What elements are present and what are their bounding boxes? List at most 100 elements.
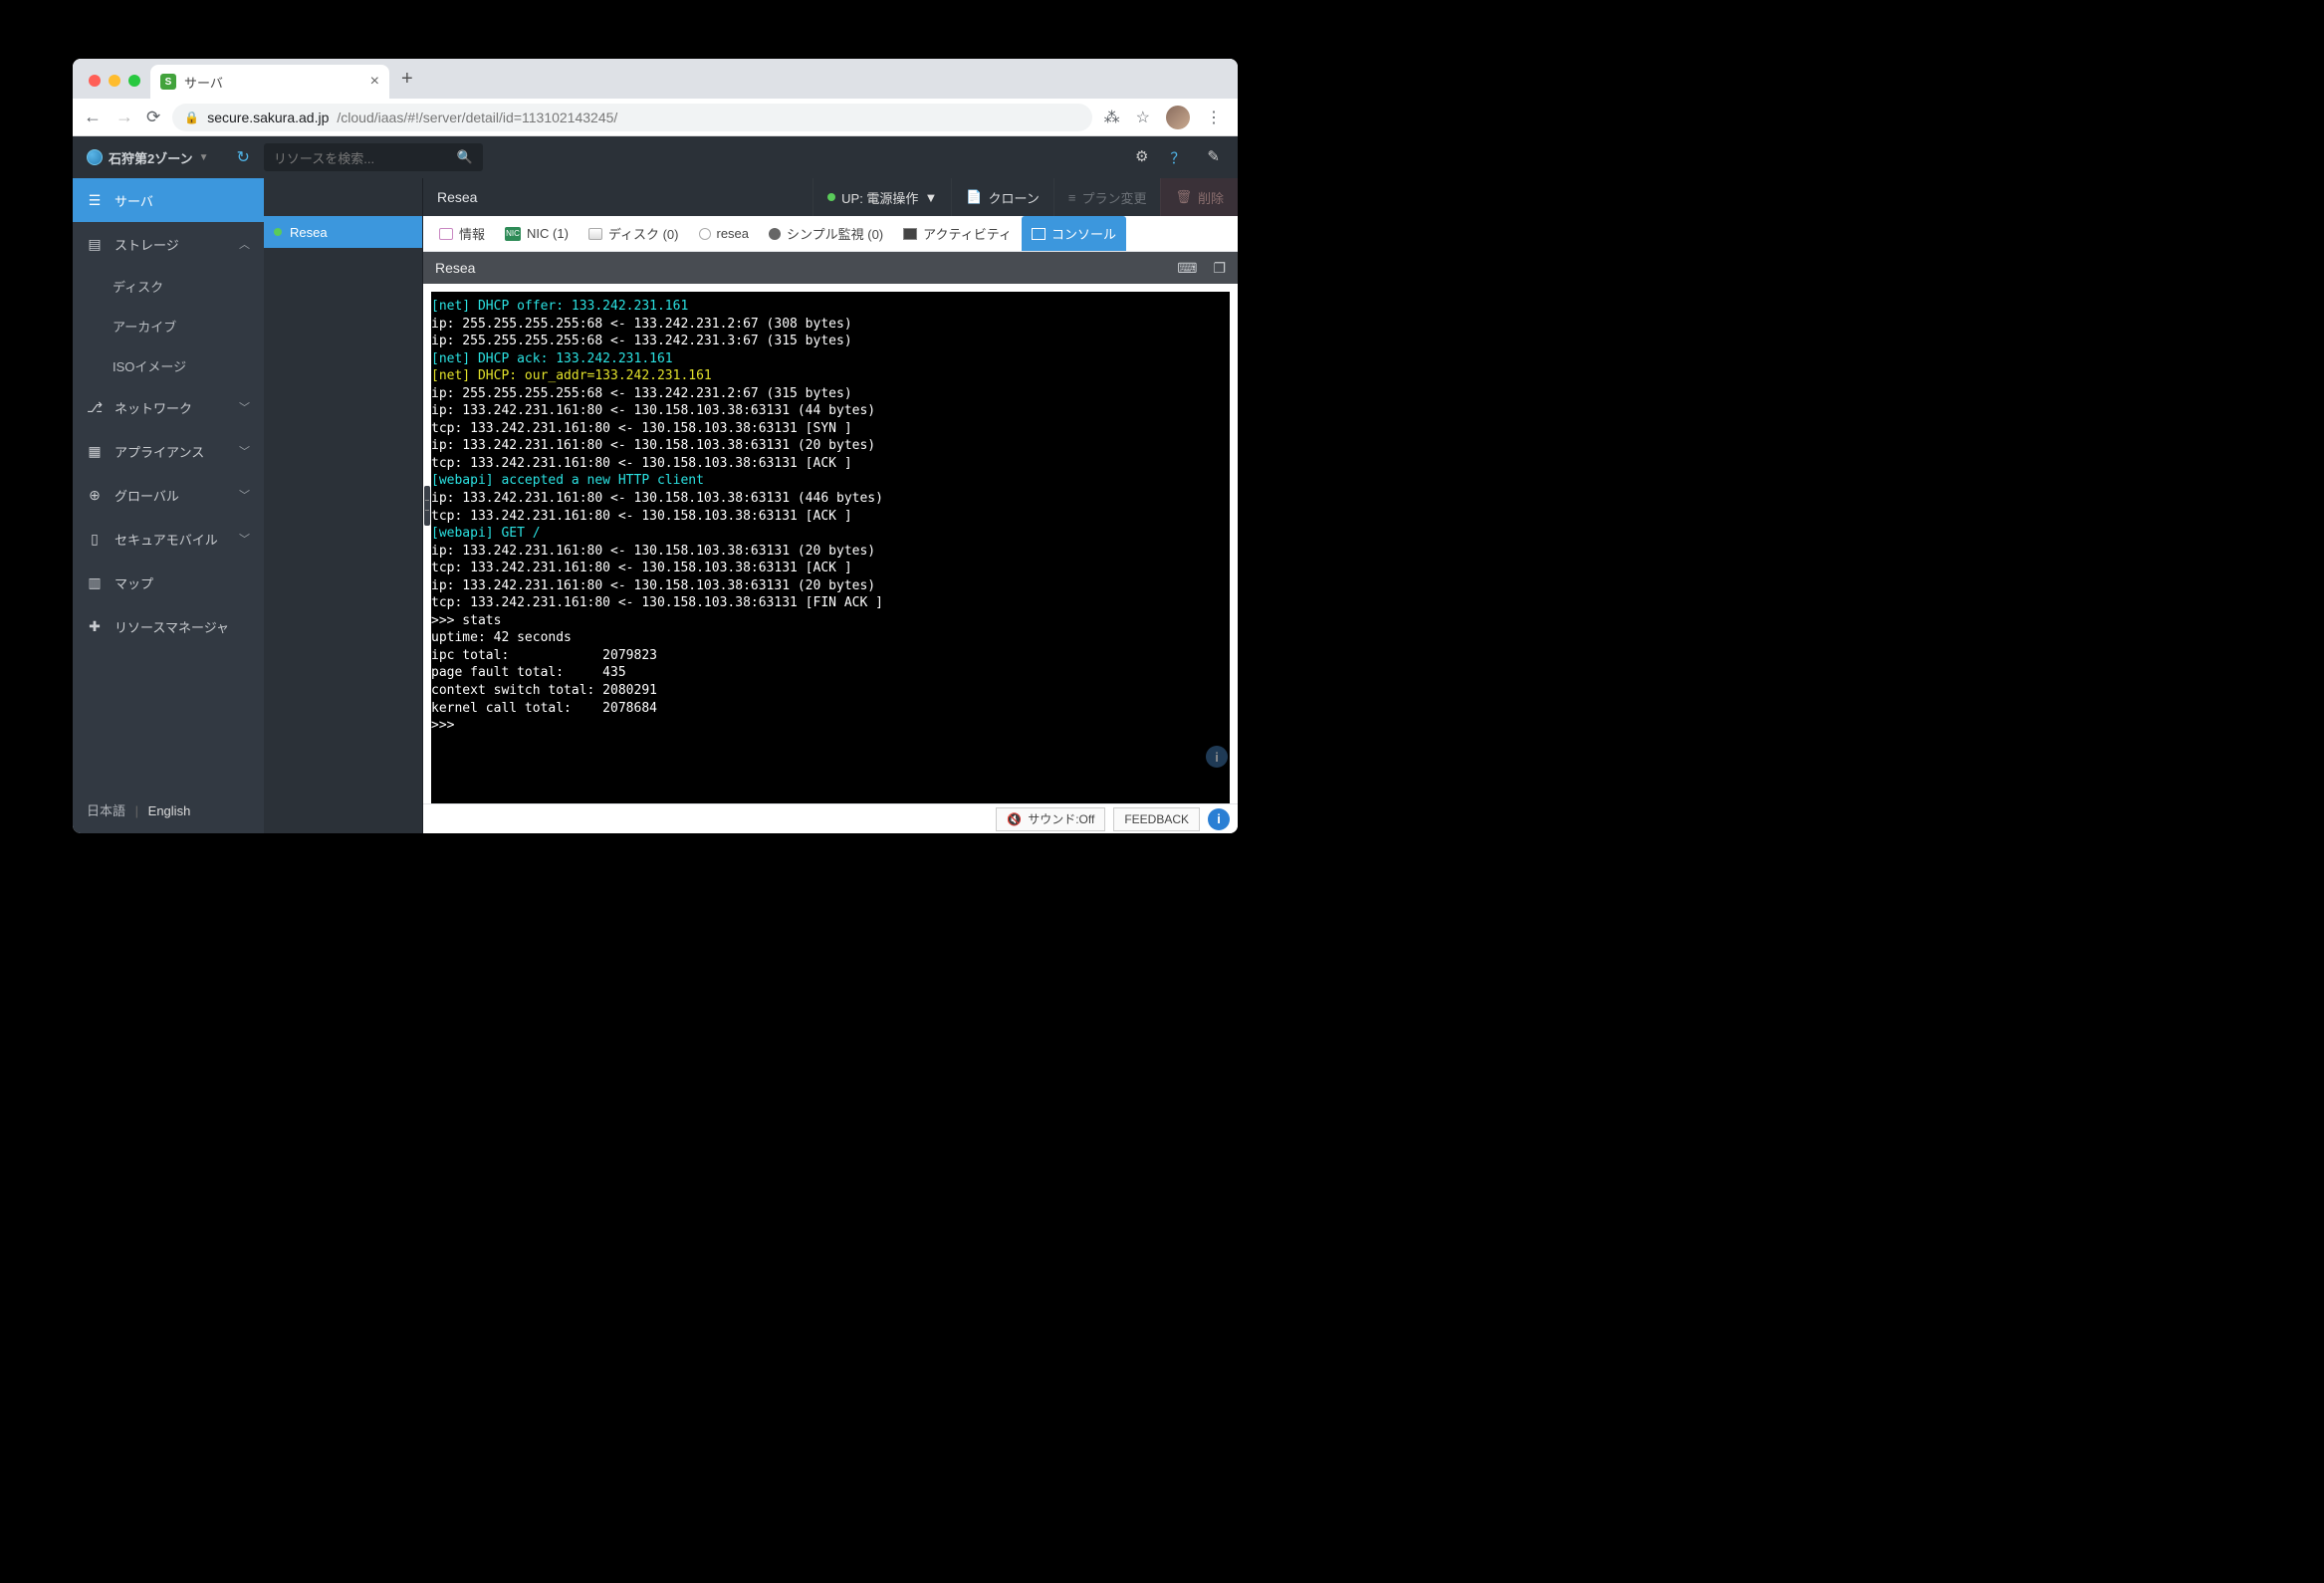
gear-icon[interactable]: ⚙ [1135, 147, 1148, 168]
tab-resea[interactable]: resea [689, 216, 760, 251]
kebab-menu-icon[interactable]: ⋮ [1206, 108, 1222, 127]
sidebar-item-storage[interactable]: ▤ ストレージ ︿ [73, 222, 264, 266]
close-window-button[interactable] [89, 75, 101, 87]
new-tab-button[interactable]: + [389, 68, 425, 99]
info-bubble-icon[interactable]: i [1206, 746, 1228, 768]
app-reload-button[interactable]: ↻ [223, 147, 264, 167]
status-dot-icon [827, 193, 835, 201]
sidebar-item-global[interactable]: ⊕ グローバル ﹀ [73, 473, 264, 517]
console-title: Resea [435, 260, 475, 276]
tab-simple-monitor[interactable]: シンプル監視 (0) [759, 216, 893, 251]
maximize-window-button[interactable] [128, 75, 140, 87]
storage-icon: ▤ [87, 236, 103, 253]
trash-icon: 🗑 [1175, 189, 1192, 205]
bookmark-icon[interactable]: ☆ [1136, 108, 1150, 127]
chevron-down-icon: ▼ [924, 190, 937, 205]
favicon-icon: S [160, 74, 176, 90]
column-resize-handle[interactable] [424, 486, 430, 526]
forward-button[interactable]: → [115, 107, 134, 127]
header-actions: UP: 電源操作 ▼ 📄 クローン ≡ プラン変更 🗑 [813, 178, 1238, 216]
url-input[interactable]: 🔒 secure.sakura.ad.jp/cloud/iaas/#!/serv… [172, 104, 1091, 131]
footer-bar: 🔇 サウンド:Off FEEDBACK i [423, 803, 1238, 833]
address-bar-right: ⁂ ☆ ⋮ [1104, 106, 1228, 129]
sidebar-item-appliance[interactable]: ▦ アプライアンス ﹀ [73, 429, 264, 473]
url-host: secure.sakura.ad.jp [207, 110, 329, 125]
sidebar-item-secure-mobile[interactable]: ▯ セキュアモバイル ﹀ [73, 517, 264, 561]
sidebar: ☰ サーバ ▤ ストレージ ︿ ディスク アーカイブ ISOイメージ ⎇ ネット… [73, 178, 264, 833]
browser-tab[interactable]: S サーバ × [150, 65, 389, 99]
reload-button[interactable]: ⟳ [146, 108, 160, 127]
sidebar-sub-iso[interactable]: ISOイメージ [73, 345, 264, 385]
sound-toggle-button[interactable]: 🔇 サウンド:Off [996, 807, 1105, 831]
sidebar-label: グローバル [115, 486, 179, 505]
clone-button[interactable]: 📄 クローン [951, 178, 1053, 216]
terminal-output[interactable]: [net] DHCP offer: 133.242.231.161 ip: 25… [431, 292, 1230, 803]
tab-console[interactable]: コンソール [1022, 216, 1126, 251]
lang-jp[interactable]: 日本語 [87, 803, 125, 818]
sidebar-label: サーバ [115, 191, 153, 210]
chevron-down-icon: ﹀ [239, 399, 250, 415]
browser-tab-bar: S サーバ × + [73, 59, 1238, 99]
nic-icon: NIC [505, 227, 521, 241]
lang-en[interactable]: English [148, 803, 191, 818]
chevron-down-icon: ﹀ [239, 531, 250, 547]
chevron-down-icon: ﹀ [239, 487, 250, 503]
sidebar-sub-disk[interactable]: ディスク [73, 266, 264, 306]
sidebar-label: ネットワーク [115, 398, 192, 417]
tab-info[interactable]: 情報 [429, 216, 495, 251]
translate-icon[interactable]: ⁂ [1104, 108, 1120, 127]
sidebar-label: リソースマネージャ [115, 617, 229, 636]
speaker-icon: 🔇 [1007, 812, 1022, 826]
console-icon [1032, 228, 1046, 240]
feedback-button[interactable]: FEEDBACK [1113, 807, 1200, 831]
chevron-up-icon: ︿ [239, 236, 250, 252]
back-button[interactable]: ← [83, 107, 103, 127]
feather-icon[interactable]: ✎ [1207, 147, 1220, 168]
tab-disk[interactable]: ディスク (0) [579, 216, 689, 251]
status-dot-icon [274, 228, 282, 236]
topbar-right: ⚙ ？ ✎ [1117, 147, 1238, 168]
power-menu[interactable]: UP: 電源操作 ▼ [813, 178, 951, 216]
console-header: Resea ⌨ ❐ [423, 252, 1238, 284]
map-icon: ▥ [87, 574, 103, 591]
server-icon: ☰ [87, 192, 103, 209]
network-icon: ⎇ [87, 399, 103, 416]
sidebar-item-resource-manager[interactable]: ✚ リソースマネージャ [73, 604, 264, 648]
info-button[interactable]: i [1208, 808, 1230, 830]
search-input[interactable]: リソースを検索... 🔍 [264, 143, 483, 171]
tab-nic[interactable]: NICNIC (1) [495, 216, 579, 251]
main-header: Resea UP: 電源操作 ▼ 📄 クローン ≡ [423, 178, 1238, 216]
tab-title: サーバ [184, 73, 223, 92]
minimize-window-button[interactable] [109, 75, 120, 87]
delete-button[interactable]: 🗑 削除 [1160, 178, 1238, 216]
close-tab-button[interactable]: × [370, 73, 379, 91]
window-controls [83, 75, 150, 99]
resource-list-item[interactable]: Resea [264, 216, 422, 248]
sidebar-label: アプライアンス [115, 442, 204, 461]
search-placeholder: リソースを検索... [274, 148, 374, 167]
sidebar-item-network[interactable]: ⎇ ネットワーク ﹀ [73, 385, 264, 429]
globe-icon: ⊕ [87, 487, 103, 504]
send-keys-icon[interactable]: ⌨ [1177, 260, 1197, 277]
plan-change-button[interactable]: ≡ プラン変更 [1053, 178, 1161, 216]
sidebar-sub-archive[interactable]: アーカイブ [73, 306, 264, 345]
sidebar-item-server[interactable]: ☰ サーバ [73, 178, 264, 222]
circle-icon [699, 228, 711, 240]
main-panel: Resea UP: 電源操作 ▼ 📄 クローン ≡ [423, 178, 1238, 833]
zone-selector[interactable]: 石狩第2ゾーン ▼ [73, 136, 223, 178]
help-icon[interactable]: ？ [1170, 147, 1185, 168]
monitor-icon [769, 228, 781, 240]
app: 石狩第2ゾーン ▼ ↻ リソースを検索... 🔍 ⚙ ？ ✎ ☰ サーバ [73, 136, 1238, 833]
resource-list-panel: Resea [264, 178, 423, 833]
tab-activity[interactable]: アクティビティ [893, 216, 1022, 251]
url-path: /cloud/iaas/#!/server/detail/id=11310214… [337, 110, 617, 125]
browser-window: S サーバ × + ← → ⟳ 🔒 secure.sakura.ad.jp/cl… [73, 59, 1238, 833]
popout-icon[interactable]: ❐ [1213, 260, 1226, 277]
profile-avatar[interactable] [1166, 106, 1190, 129]
plan-icon: ≡ [1068, 190, 1076, 205]
sidebar-item-map[interactable]: ▥ マップ [73, 561, 264, 604]
info-icon [439, 228, 453, 240]
resource-name: Resea [290, 225, 328, 240]
sidebar-label: ストレージ [115, 235, 179, 254]
chevron-down-icon: ﹀ [239, 443, 250, 459]
